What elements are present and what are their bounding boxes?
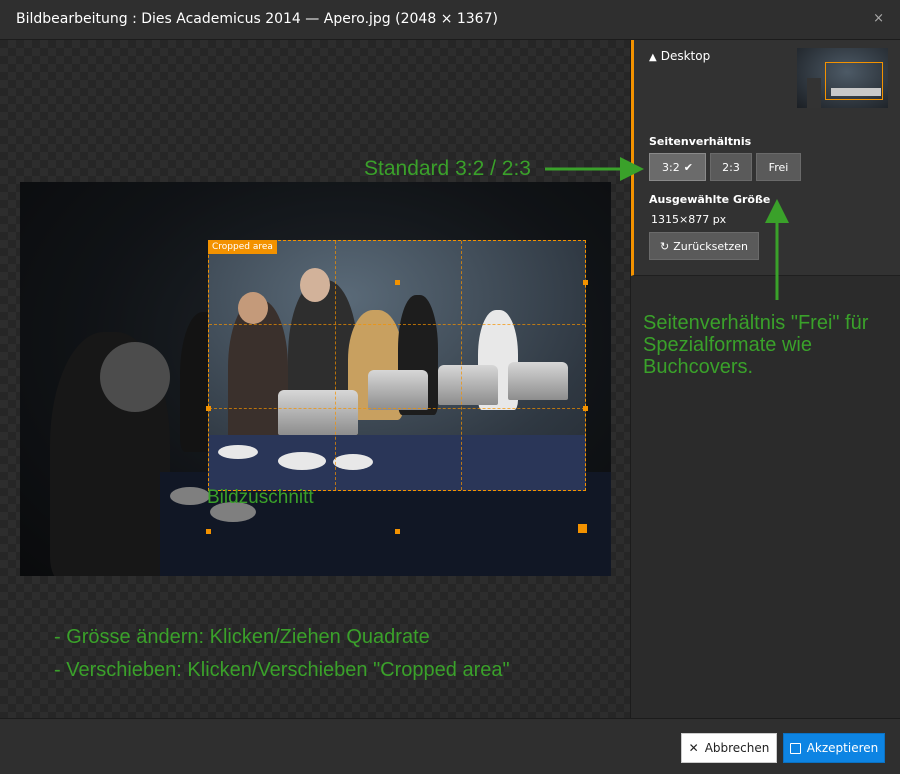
dialog-footer: ✕ Abbrechen Akzeptieren (0, 718, 900, 774)
close-icon: ✕ (688, 741, 699, 755)
annotation-move-hint: - Verschieben: Klicken/Verschieben "Crop… (54, 659, 510, 681)
preset-thumbnail[interactable] (797, 48, 888, 108)
crop-sidebar: ▲ Desktop Seitenverhältnis 3:2 ✔ 2:3 Frei… (630, 40, 900, 718)
resize-handle-right[interactable] (583, 406, 588, 411)
accept-label: Akzeptieren (806, 741, 879, 755)
selected-size-heading: Ausgewählte Größe (649, 193, 771, 206)
ratio-2-3-button[interactable]: 2:3 (710, 153, 752, 181)
crop-frame[interactable] (208, 240, 586, 491)
preset-panel: ▲ Desktop Seitenverhältnis 3:2 ✔ 2:3 Frei… (631, 40, 900, 276)
check-icon: ✔ (683, 160, 693, 174)
annotation-standard: Standard 3:2 / 2:3 (364, 157, 531, 180)
selected-size-value: 1315×877 px (651, 213, 727, 226)
save-icon (789, 742, 801, 754)
reset-label: Zurücksetzen (673, 239, 748, 253)
resize-handle-bottom-right[interactable] (578, 524, 587, 533)
preset-name: Desktop (660, 49, 711, 63)
dialog-title: Bildbearbeitung : Dies Academicus 2014 —… (16, 11, 498, 27)
ratio-2-3-label: 2:3 (722, 160, 740, 174)
ratio-frei-label: Frei (768, 160, 789, 174)
resize-handle-left[interactable] (206, 406, 211, 411)
accept-button[interactable]: Akzeptieren (783, 733, 885, 763)
reset-button[interactable]: ↻ Zurücksetzen (649, 232, 759, 260)
cropped-area-handle[interactable]: Cropped area (208, 240, 277, 254)
cancel-button[interactable]: ✕ Abbrechen (681, 733, 777, 763)
resize-handle-top[interactable] (395, 280, 400, 285)
dialog-titlebar: Bildbearbeitung : Dies Academicus 2014 —… (0, 0, 900, 40)
annotation-frei: Seitenverhältnis "Frei" für Spezialforma… (643, 312, 869, 378)
cancel-label: Abbrechen (704, 741, 770, 755)
chevron-up-icon: ▲ (649, 52, 657, 63)
annotation-bildzuschnitt: Bildzuschnitt (207, 487, 314, 508)
close-icon[interactable]: × (873, 11, 884, 26)
aspect-ratio-heading: Seitenverhältnis (649, 135, 752, 148)
resize-handle-bottom[interactable] (395, 529, 400, 534)
annotation-resize-hint: - Grösse ändern: Klicken/Ziehen Quadrate (54, 626, 430, 648)
ratio-frei-button[interactable]: Frei (756, 153, 801, 181)
refresh-icon: ↻ (660, 239, 670, 253)
resize-handle-top-right[interactable] (583, 280, 588, 285)
resize-handle-bottom-left[interactable] (206, 529, 211, 534)
ratio-3-2-label: 3:2 (662, 160, 680, 174)
preset-toggle[interactable]: ▲ Desktop (649, 49, 710, 63)
ratio-3-2-button[interactable]: 3:2 ✔ (649, 153, 706, 181)
